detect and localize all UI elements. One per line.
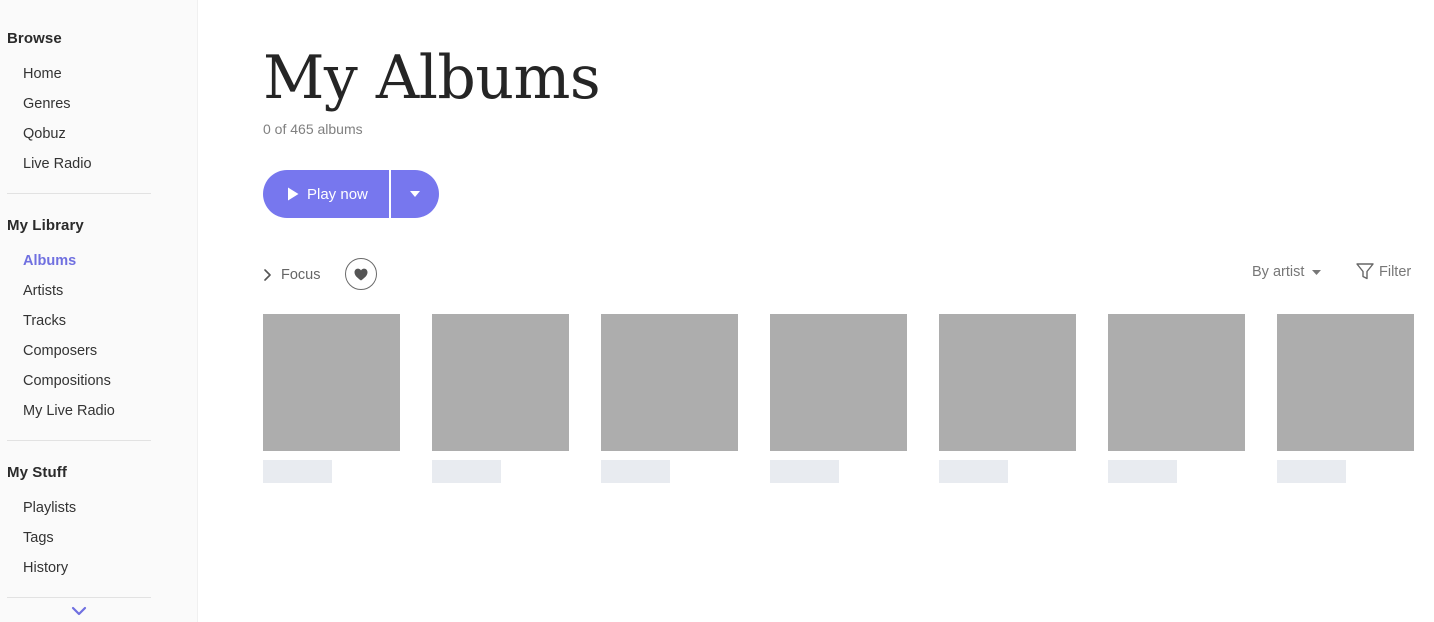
sidebar-item-playlists[interactable]: Playlists: [23, 500, 76, 516]
sidebar-item-live-radio[interactable]: Live Radio: [23, 156, 92, 172]
album-cover-placeholder: [432, 314, 569, 451]
album-title-placeholder: [1277, 460, 1346, 483]
album-card[interactable]: [1108, 314, 1245, 483]
page-title: My Albums: [263, 43, 601, 113]
favorites-filter-button[interactable]: [345, 258, 377, 290]
focus-label: Focus: [281, 267, 321, 283]
album-count: 0 of 465 albums: [263, 121, 363, 137]
album-title-placeholder: [1108, 460, 1177, 483]
album-card[interactable]: [601, 314, 738, 483]
filter-button[interactable]: Filter: [1356, 263, 1411, 280]
sidebar-item-tracks[interactable]: Tracks: [23, 313, 66, 329]
album-cover-placeholder: [939, 314, 1076, 451]
album-card[interactable]: [1277, 314, 1414, 483]
main-content: My Albums 0 of 465 albums Play now Focus…: [198, 0, 1434, 622]
album-cover-placeholder: [770, 314, 907, 451]
sidebar: Browse Home Genres Qobuz Live Radio My L…: [0, 0, 198, 622]
play-icon: [288, 187, 299, 201]
sort-label: By artist: [1252, 264, 1305, 280]
sidebar-item-history[interactable]: History: [23, 560, 68, 576]
album-title-placeholder: [432, 460, 501, 483]
sidebar-item-genres[interactable]: Genres: [23, 96, 71, 112]
sidebar-item-tags[interactable]: Tags: [23, 530, 54, 546]
chevron-right-icon: [264, 269, 271, 281]
album-title-placeholder: [601, 460, 670, 483]
filter-label: Filter: [1379, 263, 1412, 280]
sidebar-item-albums[interactable]: Albums: [23, 253, 76, 269]
focus-toggle[interactable]: Focus: [263, 264, 321, 286]
album-card[interactable]: [770, 314, 907, 483]
heart-icon: [354, 268, 368, 280]
album-cover-placeholder: [263, 314, 400, 451]
funnel-icon: [1356, 263, 1374, 280]
sidebar-divider: [7, 597, 151, 598]
album-card[interactable]: [939, 314, 1076, 483]
album-cover-placeholder: [1108, 314, 1245, 451]
sidebar-divider: [7, 440, 151, 441]
sidebar-item-qobuz[interactable]: Qobuz: [23, 126, 66, 142]
album-card[interactable]: [432, 314, 569, 483]
sidebar-divider: [7, 193, 151, 194]
play-options-button[interactable]: [391, 170, 439, 218]
album-grid: [263, 314, 1423, 494]
sidebar-item-home[interactable]: Home: [23, 66, 62, 82]
sidebar-heading-browse: Browse: [7, 30, 62, 47]
album-cover-placeholder: [1277, 314, 1414, 451]
play-now-button[interactable]: Play now: [263, 170, 389, 218]
sidebar-item-compositions[interactable]: Compositions: [23, 373, 111, 389]
caret-down-icon: [410, 191, 420, 197]
album-title-placeholder: [770, 460, 839, 483]
play-now-label: Play now: [307, 185, 368, 203]
sidebar-item-artists[interactable]: Artists: [23, 283, 63, 299]
caret-down-icon: [1312, 269, 1322, 275]
sidebar-heading-stuff: My Stuff: [7, 464, 67, 481]
album-title-placeholder: [263, 460, 332, 483]
album-cover-placeholder: [601, 314, 738, 451]
sort-dropdown[interactable]: By artist: [1252, 264, 1322, 280]
play-button-group: Play now: [263, 170, 439, 218]
chevron-down-icon[interactable]: [71, 604, 87, 618]
sidebar-heading-library: My Library: [7, 217, 84, 234]
album-title-placeholder: [939, 460, 1008, 483]
sidebar-item-composers[interactable]: Composers: [23, 343, 97, 359]
sidebar-item-my-live-radio[interactable]: My Live Radio: [23, 403, 115, 419]
album-card[interactable]: [263, 314, 400, 483]
